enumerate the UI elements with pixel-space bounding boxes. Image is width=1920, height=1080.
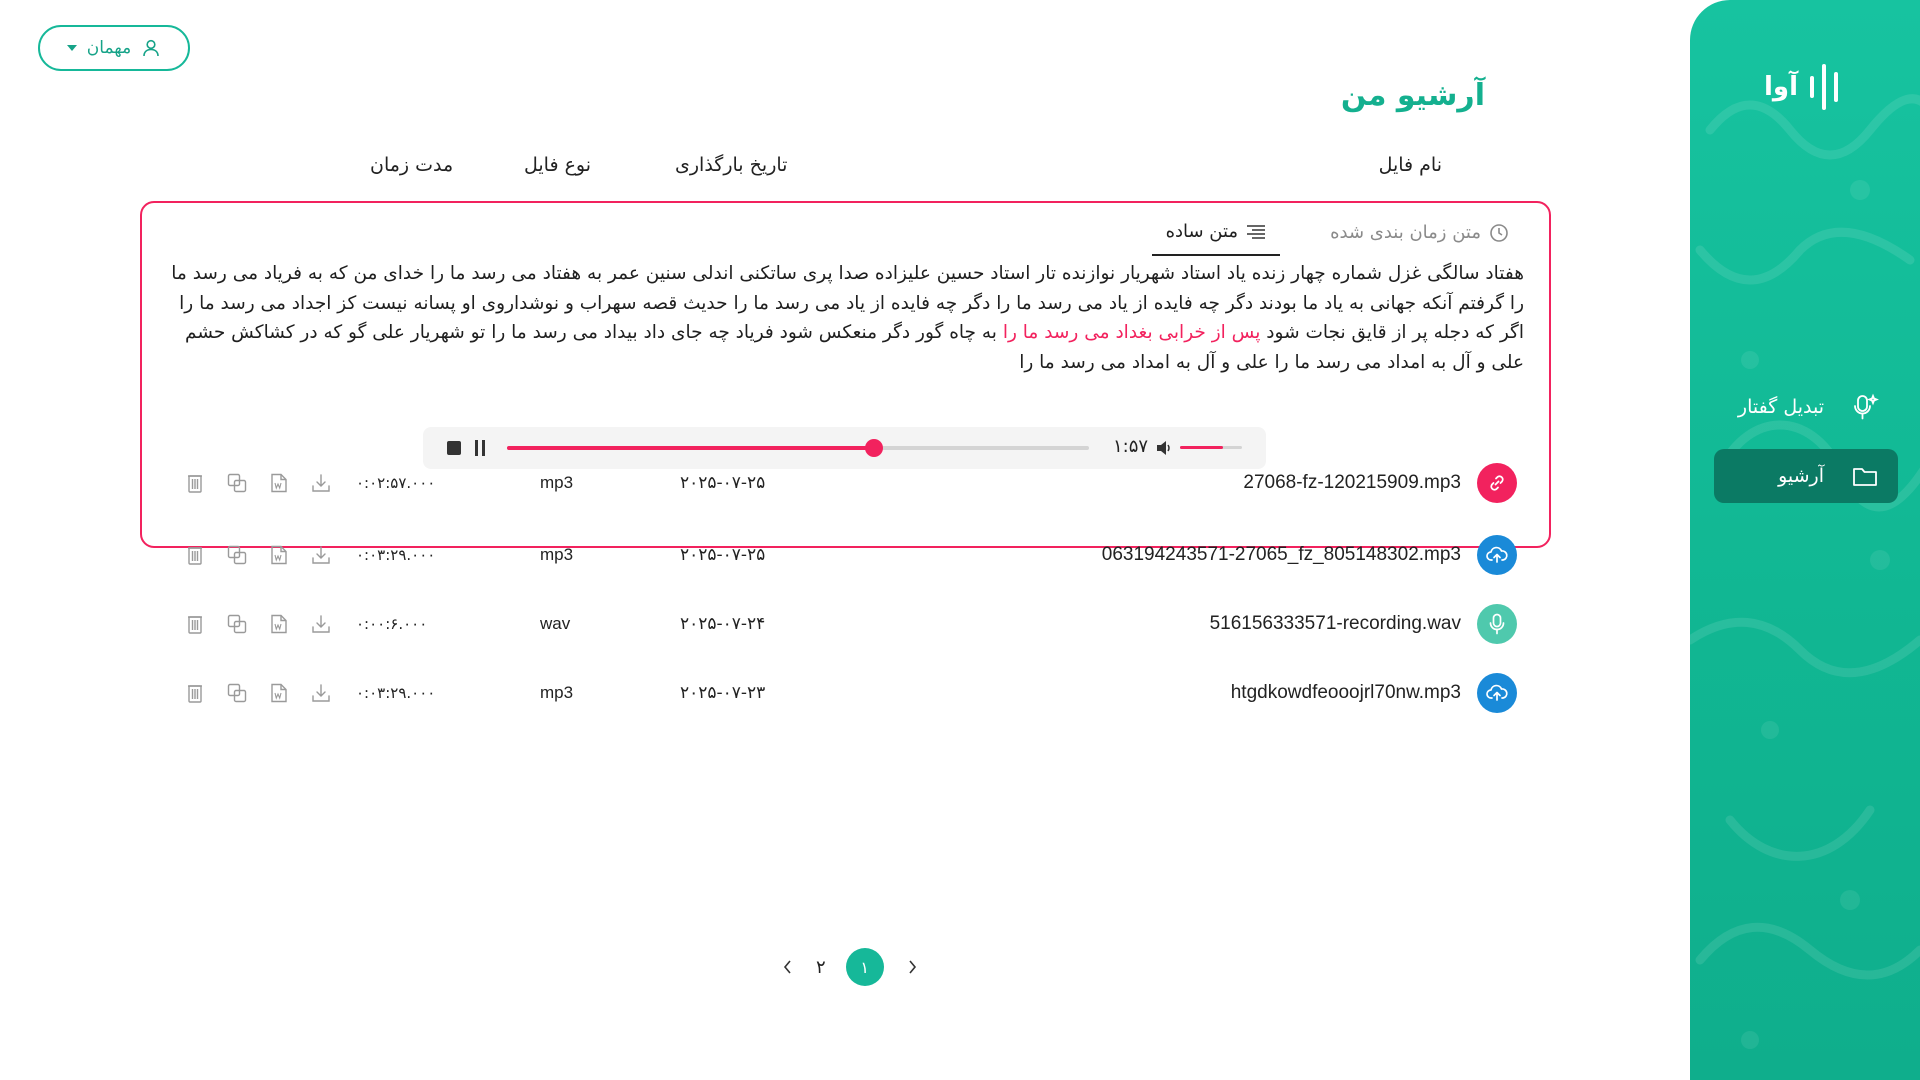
calligraphy-watermark (1690, 94, 1920, 1049)
word-file-icon[interactable] (268, 544, 290, 566)
trash-icon[interactable] (184, 472, 206, 494)
header-duration: مدت زمان (370, 154, 454, 176)
transcript-highlight: پس از خرابی بغداد می رسد ما را (1002, 322, 1261, 343)
page-title: آرشیو من (1340, 78, 1485, 113)
download-icon[interactable] (310, 613, 332, 635)
cloud-upload-icon (1477, 673, 1517, 713)
tab-label: متن زمان بندی شده (1330, 222, 1481, 243)
file-name[interactable]: 516156333571-recording.wav (1210, 613, 1461, 635)
download-icon[interactable] (310, 544, 332, 566)
file-name[interactable]: htgdkowdfeooojrl70nw.mp3 (1231, 682, 1461, 704)
header-upload-date: تاریخ بارگذاری (675, 154, 788, 176)
trash-icon[interactable] (184, 613, 206, 635)
file-duration: ۰:۰۲:۵۷.۰۰۰ (356, 474, 436, 492)
download-icon[interactable] (310, 682, 332, 704)
row-actions (184, 613, 332, 635)
folder-icon (1850, 461, 1880, 491)
caret-down-icon (66, 45, 77, 51)
tab-plain-text[interactable]: متن ساده (1151, 217, 1281, 256)
transcript-tabs: متن ساده متن زمان بندی شده (1151, 217, 1523, 256)
row-actions (184, 682, 332, 704)
sidebar: آوا تبدیل گفتار آرشیو (1690, 0, 1920, 1080)
microphone-sparkle-icon (1850, 392, 1880, 422)
file-name[interactable]: 27068-fz-120215909.mp3 (1243, 472, 1461, 494)
cloud-upload-icon (1477, 535, 1517, 575)
trash-icon[interactable] (184, 544, 206, 566)
microphone-icon (1477, 604, 1517, 644)
row-actions (184, 544, 332, 566)
sidebar-item-label: آرشیو (1778, 465, 1824, 487)
user-menu-button[interactable]: مهمان (38, 25, 190, 71)
user-label: مهمان (86, 38, 132, 58)
brand-name: آوا (1764, 72, 1798, 102)
page-1-button[interactable]: ۱ (845, 948, 884, 986)
file-type: mp3 (540, 473, 574, 492)
copy-icon[interactable] (226, 613, 248, 635)
file-date: ۲۰۲۵-۰۷-۲۵ (680, 545, 766, 565)
file-type: mp3 (540, 683, 574, 702)
volume-slider[interactable] (1180, 446, 1242, 449)
text-lines-icon (1247, 224, 1266, 239)
prev-page-icon[interactable] (780, 959, 796, 975)
file-row[interactable]: 063194243571-27065_fz_805148302.mp3 ۲۰۲۵-… (140, 527, 1551, 583)
sidebar-item-speech-to-text[interactable]: تبدیل گفتار (1714, 380, 1898, 434)
trash-icon[interactable] (184, 682, 206, 704)
brand-logo[interactable]: آوا (1764, 62, 1842, 112)
copy-icon[interactable] (226, 472, 248, 494)
file-type: wav (540, 614, 571, 633)
file-duration: ۰:۰۳:۲۹.۰۰۰ (356, 684, 436, 702)
file-duration: ۰:۰۰:۶.۰۰۰ (356, 615, 428, 633)
progress-track[interactable] (507, 439, 1089, 457)
copy-icon[interactable] (226, 544, 248, 566)
file-duration: ۰:۰۳:۲۹.۰۰۰ (356, 546, 436, 564)
word-file-icon[interactable] (268, 682, 290, 704)
file-name[interactable]: 063194243571-27065_fz_805148302.mp3 (1102, 544, 1461, 566)
download-icon[interactable] (310, 472, 332, 494)
copy-icon[interactable] (226, 682, 248, 704)
clock-icon (1490, 223, 1508, 242)
word-file-icon[interactable] (268, 472, 290, 494)
file-row[interactable]: htgdkowdfeooojrl70nw.mp3 ۲۰۲۵-۰۷-۲۳ mp3 ۰:۰… (140, 665, 1551, 721)
tab-timed-text[interactable]: متن زمان بندی شده (1316, 217, 1523, 256)
file-date: ۲۰۲۵-۰۷-۲۵ (680, 473, 766, 493)
transcript-text: هفتاد سالگی غزل شماره چهار زنده یاد استا… (169, 259, 1524, 377)
progress-fill (507, 446, 874, 450)
pagination: ۲ ۱ (780, 948, 920, 986)
file-date: ۲۰۲۵-۰۷-۲۴ (680, 614, 766, 634)
header-file-type: نوع فایل (524, 154, 592, 176)
header-file-name: نام فایل (1378, 154, 1442, 176)
tab-label: متن ساده (1165, 221, 1239, 242)
pause-button[interactable] (475, 440, 485, 456)
stop-button[interactable] (447, 441, 461, 455)
page-2-button[interactable]: ۲ (816, 957, 826, 978)
next-page-icon[interactable] (904, 959, 920, 975)
row-actions (184, 472, 332, 494)
user-icon (143, 39, 160, 57)
word-file-icon[interactable] (268, 613, 290, 635)
file-row[interactable]: 27068-fz-120215909.mp3 ۲۰۲۵-۰۷-۲۵ mp3 ۰:۰۲:… (140, 455, 1551, 511)
file-type: mp3 (540, 545, 574, 564)
sidebar-item-archive[interactable]: آرشیو (1714, 449, 1898, 503)
file-date: ۲۰۲۵-۰۷-۲۳ (680, 683, 766, 703)
link-icon (1477, 463, 1517, 503)
file-row[interactable]: 516156333571-recording.wav ۲۰۲۵-۰۷-۲۴ wav ۰… (140, 596, 1551, 652)
sidebar-item-label: تبدیل گفتار (1737, 396, 1824, 418)
archive-page: آوا تبدیل گفتار آرشیو مهمان آرشیو من نام… (0, 0, 1920, 1080)
playback-time: ۱:۵۷ (1113, 436, 1149, 457)
waveform-logo-icon (1810, 64, 1838, 110)
volume-fill (1180, 446, 1224, 449)
